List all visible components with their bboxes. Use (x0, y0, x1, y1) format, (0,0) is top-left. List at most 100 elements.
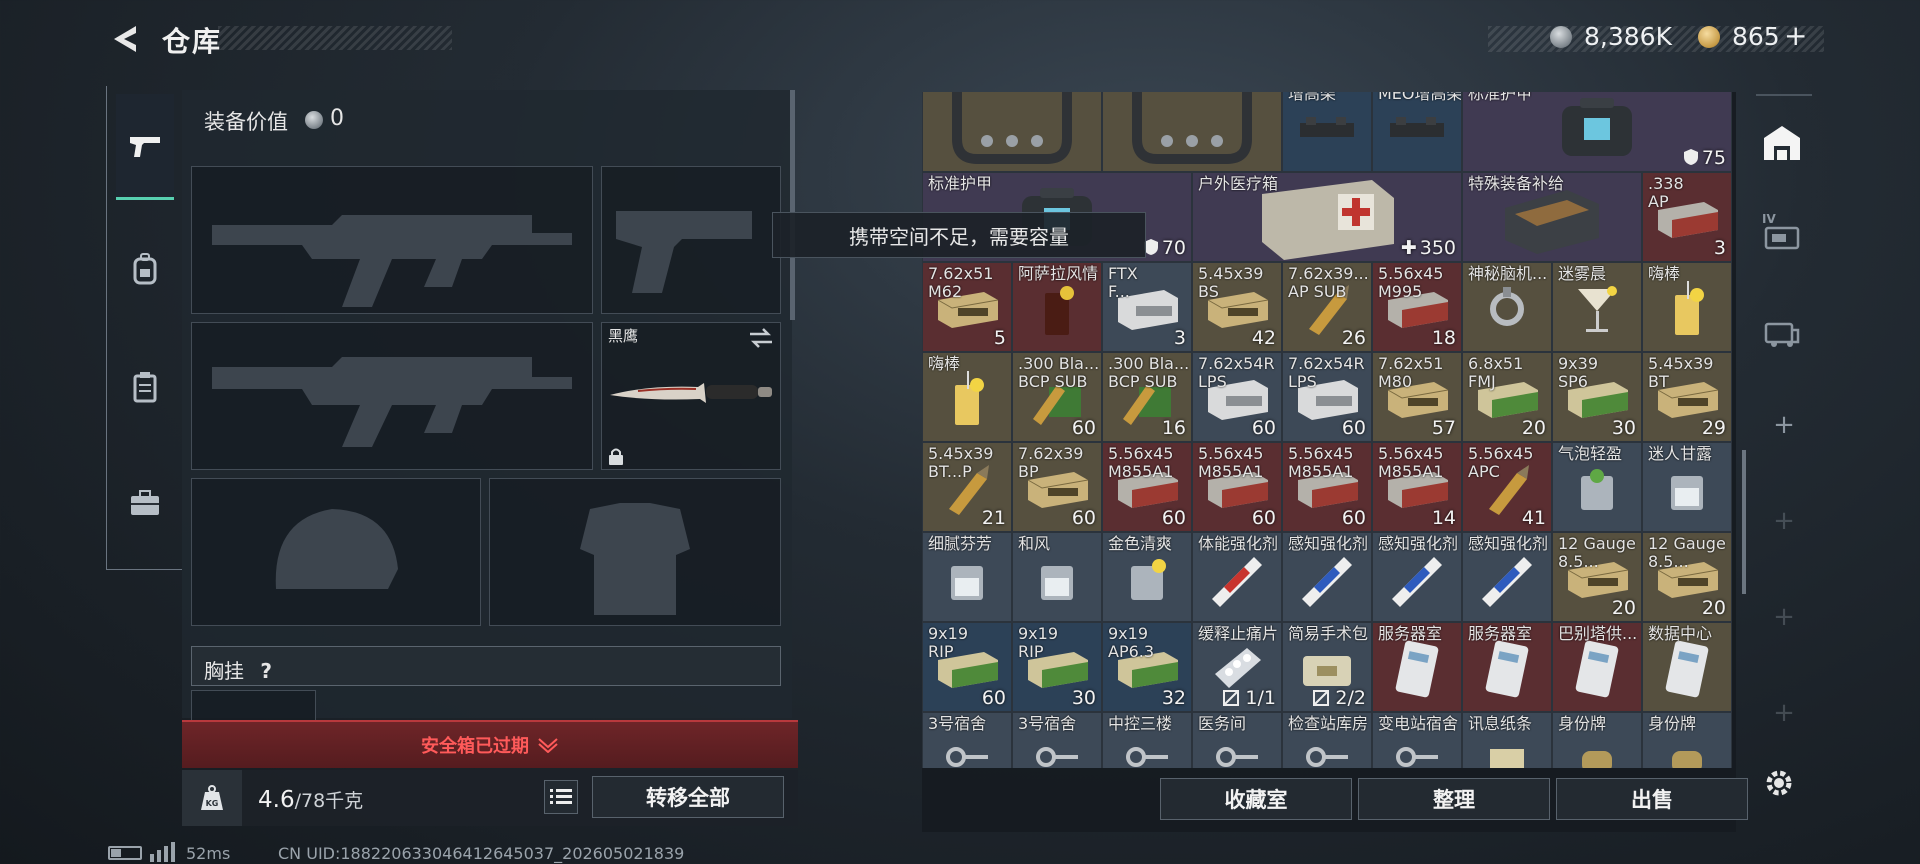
item-count: 1/1 (1223, 687, 1276, 709)
item-cell[interactable]: 感知强化剂 (1282, 532, 1372, 622)
item-cell[interactable]: 医务间 (1192, 712, 1282, 768)
item-cell[interactable]: 感知强化剂 (1372, 532, 1462, 622)
item-cell[interactable]: 12 Gauge 8.5... 20 (1642, 532, 1732, 622)
tab-briefcase[interactable] (116, 450, 174, 556)
item-cell[interactable]: MEO增高架 (1372, 92, 1462, 172)
warehouse-tab-2[interactable] (1760, 310, 1804, 358)
helmet-slot[interactable] (191, 478, 481, 626)
organize-button[interactable]: 整理 (1358, 778, 1550, 820)
warehouse-scrollbar[interactable] (1742, 450, 1746, 594)
item-cell[interactable]: 5.45x39 BT 29 (1642, 352, 1732, 442)
item-cell[interactable]: 和风 (1012, 532, 1102, 622)
item-name: 迷人甘露 (1648, 444, 1713, 463)
item-cell[interactable] (922, 92, 1102, 172)
item-name: 检查站库房 (1288, 714, 1369, 733)
add-gold-button[interactable]: + (1784, 19, 1807, 52)
item-cell[interactable]: 阿萨拉风情 (1012, 262, 1102, 352)
item-cell[interactable]: 户外医疗箱 ✚ 350 (1192, 172, 1462, 262)
item-cell[interactable]: 5.56x45 M855A1 60 (1102, 442, 1192, 532)
item-cell[interactable]: 细腻芬芳 (922, 532, 1012, 622)
item-cell[interactable]: 感知强化剂 (1462, 532, 1552, 622)
syringe-blue-icon (1382, 549, 1452, 613)
item-cell[interactable]: 5.45x39 BT...P 21 (922, 442, 1012, 532)
sidearm-slot[interactable] (601, 166, 781, 314)
item-cell[interactable]: 9x39 SP6 30 (1552, 352, 1642, 442)
item-name: 细腻芬芳 (928, 534, 993, 553)
item-cell[interactable]: 7.62x39 BP 60 (1012, 442, 1102, 532)
item-cell[interactable]: 9x19 RIP 60 (922, 622, 1012, 712)
back-button[interactable] (108, 22, 142, 56)
armor-slot[interactable] (489, 478, 781, 626)
item-cell[interactable]: 检查站库房 (1282, 712, 1372, 768)
item-cell[interactable]: 服务器室 (1462, 622, 1552, 712)
item-cell[interactable]: 身份牌 (1552, 712, 1642, 768)
item-cell[interactable]: 7.62x51 M80 57 (1372, 352, 1462, 442)
item-cell[interactable]: 6.8x51 FMJ 20 (1462, 352, 1552, 442)
item-cell[interactable]: 标准护甲 75 (1462, 92, 1732, 172)
tab-vest[interactable] (116, 334, 174, 440)
item-cell[interactable]: 迷雾晨 (1552, 262, 1642, 352)
item-cell[interactable]: 简易手术包 2/2 (1282, 622, 1372, 712)
item-cell[interactable]: .338 AP 3 (1642, 172, 1732, 262)
item-cell[interactable]: 3号宿舍 (922, 712, 1012, 768)
chevron-down-icon (538, 738, 558, 753)
chest-rig-section[interactable]: 胸挂 ? (191, 646, 781, 686)
secondary-weapon-slot[interactable] (191, 322, 593, 470)
item-cell[interactable]: 数据中心 (1642, 622, 1732, 712)
item-cell[interactable]: 9x19 RIP 30 (1012, 622, 1102, 712)
loadout-scrollbar[interactable] (790, 90, 795, 320)
item-cell[interactable]: 身份牌 (1642, 712, 1732, 768)
item-cell[interactable]: 7.62x54R LPS 60 (1282, 352, 1372, 442)
item-cell[interactable]: FTX F... 3 (1102, 262, 1192, 352)
help-icon[interactable]: ? (260, 659, 272, 683)
item-cell[interactable]: 中控三楼 (1102, 712, 1192, 768)
item-cell[interactable]: 巴别塔供... (1552, 622, 1642, 712)
item-cell[interactable]: 神秘脑机... (1462, 262, 1552, 352)
item-cell[interactable]: 5.45x39 BS 42 (1192, 262, 1282, 352)
item-cell[interactable]: 金色清爽 (1102, 532, 1192, 622)
item-cell[interactable]: .300 Bla... BCP SUB 60 (1012, 352, 1102, 442)
item-cell[interactable]: 5.56x45 APC 41 (1462, 442, 1552, 532)
add-storage-button[interactable]: + (1756, 410, 1812, 440)
transfer-all-button[interactable]: 转移全部 (592, 776, 784, 818)
silver-coin-icon (305, 111, 323, 129)
collection-room-button[interactable]: 收藏室 (1160, 778, 1352, 820)
melee-slot[interactable]: 黑鹰 (601, 322, 781, 470)
item-cell[interactable]: 服务器室 (1372, 622, 1462, 712)
chest-rig-slot[interactable] (191, 690, 316, 722)
item-cell[interactable]: 12 Gauge 8.5... 20 (1552, 532, 1642, 622)
item-cell[interactable]: 讯息纸条 (1462, 712, 1552, 768)
item-cell[interactable]: 嗨棒 (922, 352, 1012, 442)
tab-weapons[interactable] (116, 94, 174, 200)
safe-box-expired-alert[interactable]: 安全箱已过期 (182, 720, 798, 768)
item-cell[interactable]: .300 Bla... BCP SUB 16 (1102, 352, 1192, 442)
item-cell[interactable]: 5.56x45 M855A1 14 (1372, 442, 1462, 532)
item-cell[interactable]: 7.62x54R LPS 60 (1192, 352, 1282, 442)
knife-icon (610, 383, 772, 403)
sell-button[interactable]: 出售 (1556, 778, 1748, 820)
item-cell[interactable]: 9x19 AP6.3 32 (1102, 622, 1192, 712)
item-cell[interactable]: 3号宿舍 (1012, 712, 1102, 768)
warehouse-tab-main[interactable] (1760, 120, 1804, 168)
item-cell[interactable]: 嗨棒 (1642, 262, 1732, 352)
primary-weapon-slot[interactable] (191, 166, 593, 314)
item-cell[interactable]: 7.62x51 M62 5 (922, 262, 1012, 352)
item-cell[interactable]: 特殊装备补给 (1462, 172, 1642, 262)
swap-icon[interactable] (748, 327, 774, 349)
item-cell[interactable]: 5.56x45 M995 18 (1372, 262, 1462, 352)
item-cell[interactable]: 7.62x39... AP SUB 26 (1282, 262, 1372, 352)
item-cell[interactable]: 缓释止痛片 1/1 (1192, 622, 1282, 712)
item-cell[interactable] (1102, 92, 1282, 172)
item-name: 身份牌 (1558, 714, 1607, 733)
item-cell[interactable]: 变电站宿舍 (1372, 712, 1462, 768)
list-view-button[interactable] (544, 780, 578, 814)
tab-backpack[interactable] (116, 216, 174, 322)
item-cell[interactable]: 迷人甘露 (1642, 442, 1732, 532)
item-cell[interactable]: 5.56x45 M855A1 60 (1282, 442, 1372, 532)
item-name: 变电站宿舍 (1378, 714, 1459, 733)
item-cell[interactable]: 5.56x45 M855A1 60 (1192, 442, 1282, 532)
item-cell[interactable]: 增高架 (1282, 92, 1372, 172)
item-cell[interactable]: 气泡轻盈 (1552, 442, 1642, 532)
settings-button[interactable] (1762, 766, 1796, 804)
item-cell[interactable]: 体能强化剂 (1192, 532, 1282, 622)
